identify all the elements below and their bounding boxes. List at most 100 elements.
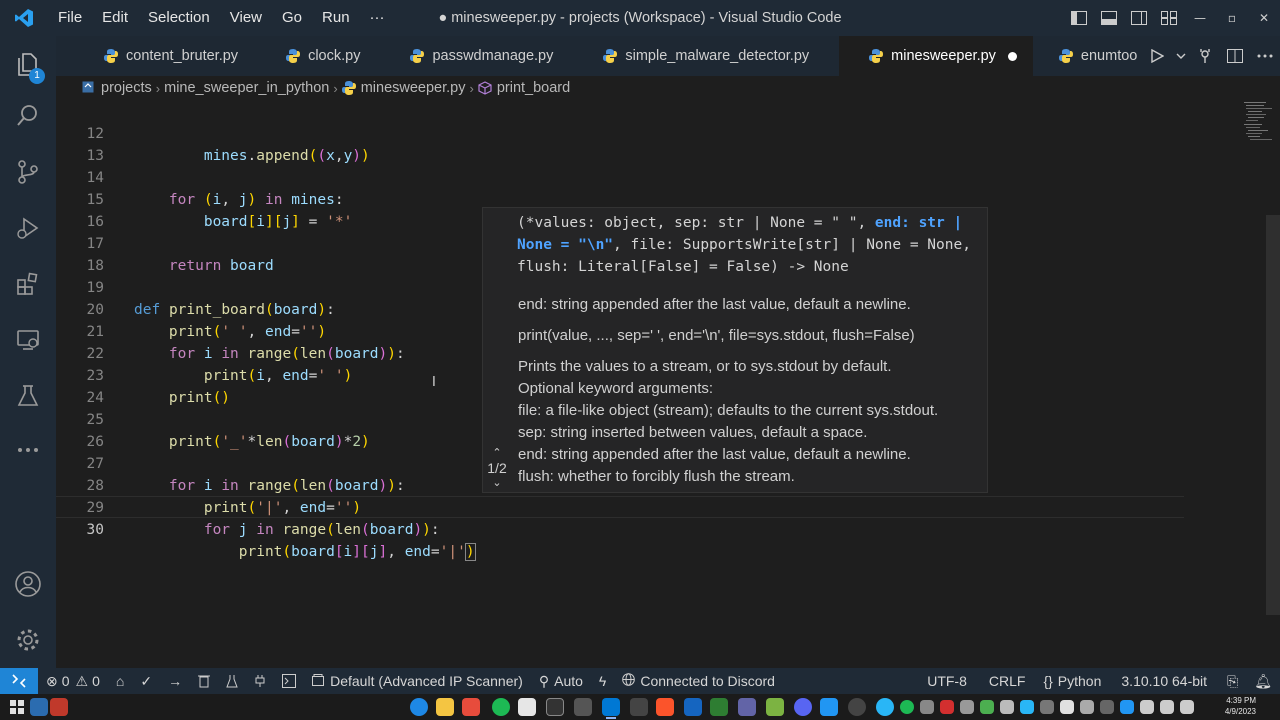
start-menu-icon[interactable] bbox=[8, 698, 26, 716]
arrow-right-icon[interactable]: → bbox=[160, 668, 190, 694]
tab-minesweeper[interactable]: minesweeper.py bbox=[839, 36, 1033, 76]
wifi-icon[interactable] bbox=[1140, 700, 1154, 714]
python-interpreter-selector[interactable]: Default (Advanced IP Scanner) bbox=[304, 668, 531, 694]
open-changes-icon[interactable] bbox=[1190, 36, 1220, 76]
run-file-icon[interactable] bbox=[1142, 36, 1172, 76]
breadcrumb-item[interactable]: projects bbox=[101, 80, 152, 96]
run-debug-icon[interactable] bbox=[0, 204, 56, 252]
vscode-taskbar-icon[interactable] bbox=[602, 698, 620, 716]
toggle-secondary-sidebar-icon[interactable] bbox=[1124, 0, 1154, 36]
notifications-bell-icon[interactable]: 🔔︎ bbox=[1246, 668, 1280, 694]
tray-icon[interactable] bbox=[1080, 700, 1094, 714]
code-editor[interactable]: 12 mines.append((x,y)) 13 14 for (i, j) … bbox=[56, 100, 1280, 668]
calculator-icon[interactable] bbox=[574, 698, 592, 716]
chevron-up-icon[interactable]: ⌃ bbox=[483, 446, 511, 460]
tray-icon[interactable] bbox=[980, 700, 994, 714]
chevron-down-icon[interactable] bbox=[1172, 36, 1190, 76]
customize-layout-icon[interactable] bbox=[1154, 0, 1184, 36]
battery-icon[interactable] bbox=[1180, 700, 1194, 714]
accounts-icon[interactable] bbox=[0, 560, 56, 608]
file-explorer-icon[interactable] bbox=[436, 698, 454, 716]
auto-attach-indicator[interactable]: ⚲ Auto bbox=[531, 668, 591, 694]
remote-indicator-icon[interactable] bbox=[0, 668, 38, 694]
menu-file[interactable]: File bbox=[48, 0, 92, 36]
breadcrumb-item[interactable]: mine_sweeper_in_python bbox=[164, 80, 329, 96]
python-version-selector[interactable]: 3.10.10 64-bit bbox=[1109, 668, 1219, 694]
code-tool-icon[interactable] bbox=[630, 698, 648, 716]
breadcrumb-item[interactable]: print_board bbox=[497, 80, 570, 96]
chevron-down-icon[interactable]: ⌄ bbox=[483, 476, 511, 490]
menu-edit[interactable]: Edit bbox=[92, 0, 138, 36]
tray-icon[interactable] bbox=[1060, 700, 1074, 714]
extensions-icon[interactable] bbox=[0, 260, 56, 308]
tray-icon[interactable] bbox=[920, 700, 934, 714]
testing-flask-icon[interactable] bbox=[0, 372, 56, 420]
menu-view[interactable]: View bbox=[220, 0, 272, 36]
encoding-selector[interactable]: UTF-8 bbox=[915, 668, 979, 694]
vertical-scrollbar[interactable] bbox=[1266, 215, 1280, 615]
tab-clock[interactable]: clock.py bbox=[254, 36, 376, 76]
tray-icon[interactable] bbox=[1000, 700, 1014, 714]
brave-browser-icon[interactable] bbox=[656, 698, 674, 716]
app-icon[interactable] bbox=[848, 698, 866, 716]
toggle-panel-icon[interactable] bbox=[1094, 0, 1124, 36]
tab-passwdmanage[interactable]: passwdmanage.py bbox=[376, 36, 569, 76]
menu-go[interactable]: Go bbox=[272, 0, 312, 36]
account-sync-icon[interactable]: ⎘ bbox=[1219, 668, 1246, 694]
volume-icon[interactable] bbox=[1160, 700, 1174, 714]
help-icon[interactable] bbox=[876, 698, 894, 716]
discord-status[interactable]: Connected to Discord bbox=[614, 668, 783, 694]
check-icon[interactable]: ✓ bbox=[132, 668, 160, 694]
menu-run[interactable]: Run bbox=[312, 0, 360, 36]
sublime-text-icon[interactable] bbox=[462, 698, 480, 716]
menu-more[interactable]: ··· bbox=[360, 0, 395, 36]
problems-indicator[interactable]: ⊗ 0 ⚠ 0 bbox=[38, 668, 108, 694]
plug-icon[interactable] bbox=[246, 668, 274, 694]
trash-icon[interactable] bbox=[190, 668, 218, 694]
flask-icon[interactable] bbox=[218, 668, 246, 694]
edge-browser-icon[interactable] bbox=[410, 698, 428, 716]
app-icon[interactable] bbox=[30, 698, 48, 716]
system-clock[interactable]: 4:39 PM 4/9/2023 bbox=[1225, 695, 1256, 717]
explorer-icon[interactable]: 1 bbox=[0, 40, 56, 88]
teams-icon[interactable] bbox=[738, 698, 756, 716]
tab-enumtoo[interactable]: enumtoo bbox=[1033, 36, 1153, 76]
shield-app-icon[interactable] bbox=[684, 698, 702, 716]
tray-icon[interactable] bbox=[900, 700, 914, 714]
tray-icon[interactable] bbox=[940, 700, 954, 714]
minimize-button[interactable]: — bbox=[1184, 0, 1216, 36]
discord-icon[interactable] bbox=[794, 698, 812, 716]
close-window-button[interactable]: ✕ bbox=[1248, 0, 1280, 36]
lightning-icon[interactable]: ϟ bbox=[591, 668, 614, 694]
tab-content-bruter[interactable]: content_bruter.py bbox=[56, 36, 254, 76]
app-icon[interactable] bbox=[766, 698, 784, 716]
tray-icon[interactable] bbox=[1020, 700, 1034, 714]
search-icon[interactable] bbox=[0, 92, 56, 140]
split-editor-icon[interactable] bbox=[1220, 36, 1250, 76]
toggle-primary-sidebar-icon[interactable] bbox=[1064, 0, 1094, 36]
manage-gear-icon[interactable] bbox=[0, 616, 56, 664]
maximize-button[interactable]: ▫ bbox=[1216, 0, 1248, 36]
terminal-icon[interactable] bbox=[274, 668, 304, 694]
tray-icon[interactable] bbox=[1120, 700, 1134, 714]
more-views-icon[interactable] bbox=[0, 426, 56, 474]
remote-explorer-icon[interactable] bbox=[0, 316, 56, 364]
terminal-app-icon[interactable] bbox=[546, 698, 564, 716]
notepad-icon[interactable] bbox=[518, 698, 536, 716]
source-control-icon[interactable] bbox=[0, 148, 56, 196]
tray-icon[interactable] bbox=[1040, 700, 1054, 714]
sheet-app-icon[interactable] bbox=[710, 698, 728, 716]
eol-selector[interactable]: CRLF bbox=[979, 668, 1036, 694]
spotify-icon[interactable] bbox=[492, 698, 510, 716]
app-icon[interactable] bbox=[50, 698, 68, 716]
app-icon[interactable] bbox=[820, 698, 838, 716]
language-mode-selector[interactable]: {} Python bbox=[1035, 668, 1109, 694]
menu-selection[interactable]: Selection bbox=[138, 0, 220, 36]
unsaved-dot-icon[interactable] bbox=[1007, 51, 1017, 61]
more-actions-icon[interactable] bbox=[1250, 36, 1280, 76]
tray-icon[interactable] bbox=[1100, 700, 1114, 714]
home-icon[interactable]: ⌂ bbox=[108, 668, 132, 694]
tab-simple-malware-detector[interactable]: simple_malware_detector.py bbox=[569, 36, 825, 76]
breadcrumb-item[interactable]: minesweeper.py bbox=[361, 80, 466, 96]
tray-icon[interactable] bbox=[960, 700, 974, 714]
